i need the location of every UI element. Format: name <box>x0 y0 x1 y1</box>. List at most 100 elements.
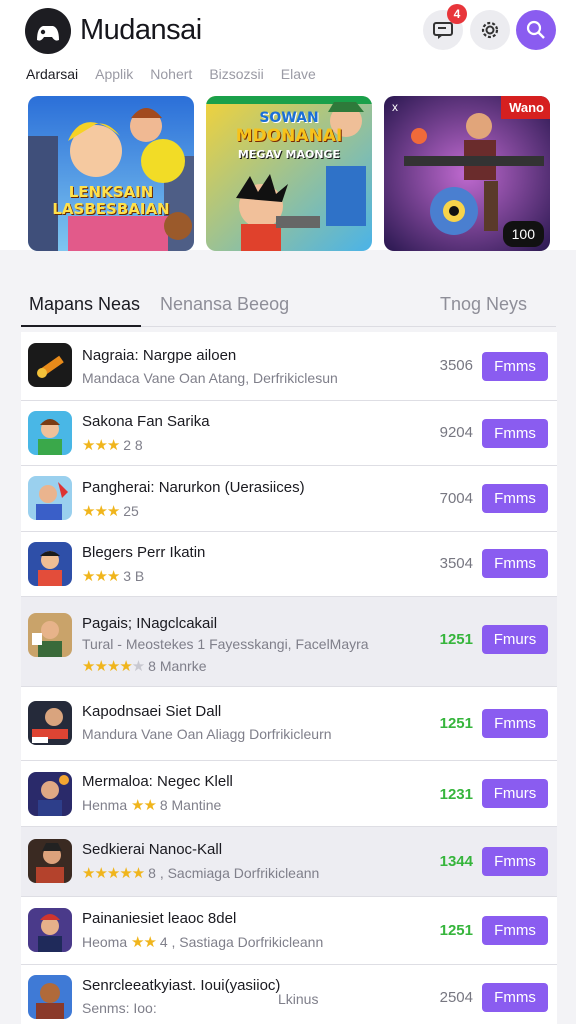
item-side-label: Lkinus <box>278 991 319 1007</box>
rating-stars: ★★★★★ <box>82 865 145 882</box>
app-thumbnail <box>28 613 72 657</box>
list-item[interactable]: Pangherai: Narurkon (Uerasiices) ★★★ 25 … <box>21 466 557 532</box>
app-thumbnail <box>28 839 72 883</box>
item-count: 1344 <box>439 853 473 870</box>
message-icon <box>433 22 453 39</box>
app-logo-icon[interactable] <box>25 8 71 54</box>
featured-banner-2[interactable]: SOWAN MDONANAI MEGAV MAONGE <box>206 96 372 251</box>
list-item[interactable]: Sakona Fan Sarika ★★★ 2 8 9204 Fmms <box>21 401 557 466</box>
item-title: Kapodnsaei Siet Dall <box>82 703 222 720</box>
featured-carousel: LENKSAIN LASBESBAIAN SOWAN MDONANAI MEGA… <box>28 96 550 251</box>
list-item[interactable]: Pagais; INagclcakail Tural - Meostekes 1… <box>21 597 557 687</box>
list-item[interactable]: Blegers Perr Ikatin ★★★ 3 B 3504 Fmms <box>21 532 557 597</box>
item-title: Senrcleeatkyiast. Ioui(yasiioc) <box>82 977 281 994</box>
item-rating: ★★★★★ 8 , Sacmiaga Dorfrikicleann <box>82 864 319 882</box>
rating-stars: ★★★ <box>82 568 120 585</box>
item-action-button[interactable]: Fmms <box>482 549 548 578</box>
item-count: 1251 <box>439 631 473 648</box>
item-count: 3504 <box>439 555 473 572</box>
tab-tnog-neys[interactable]: Tnog Neys <box>440 294 527 315</box>
item-action-button[interactable]: Fmms <box>482 983 548 1012</box>
item-title: Painaniesiet leaoc 8del <box>82 910 237 927</box>
tab-nenansa-beeog[interactable]: Nenansa Beeog <box>160 294 289 315</box>
list-item[interactable]: Mermaloa: Negec Klell Henma ★★ 8 Mantine… <box>21 761 557 827</box>
item-subtitle: Tural - Meostekes 1 Fayesskangi, FacelMa… <box>82 636 369 652</box>
header: Mudansai 4 Ardarsai Applik Nohert Bizsoz… <box>0 0 576 251</box>
item-rating: ★★★★★ 8 Manrke <box>82 657 207 675</box>
rating-stars: ★★★★★ <box>82 658 145 675</box>
item-prefix: Heoma <box>82 934 128 950</box>
item-title: Mermaloa: Negec Klell <box>82 773 233 790</box>
settings-button[interactable] <box>470 10 510 50</box>
category-nav: Ardarsai Applik Nohert Bizsozsii Elave <box>26 66 316 82</box>
item-action-button[interactable]: Fmms <box>482 484 548 513</box>
item-title: Blegers Perr Ikatin <box>82 544 206 561</box>
app-thumbnail <box>28 975 72 1019</box>
rating-stars: ★★★ <box>82 503 120 520</box>
close-icon[interactable]: x <box>392 100 398 114</box>
item-subtitle: Senms: Ioo: <box>82 1000 157 1016</box>
category-nohert[interactable]: Nohert <box>150 66 192 82</box>
item-count: 7004 <box>439 490 473 507</box>
search-icon <box>526 20 545 39</box>
search-button[interactable] <box>516 10 556 50</box>
category-bizsozsii[interactable]: Bizsozsii <box>209 66 263 82</box>
category-ardarsai[interactable]: Ardarsai <box>26 66 78 82</box>
app-thumbnail <box>28 343 72 387</box>
item-action-button[interactable]: Fmurs <box>482 625 548 654</box>
banner-2-line3: MEGAV MAONGE <box>237 148 341 161</box>
app-thumbnail <box>28 476 72 520</box>
list-item[interactable]: Sedkierai Nanoc-Kall ★★★★★ 8 , Sacmiaga … <box>21 827 557 897</box>
item-prefix: Henma <box>82 797 128 813</box>
item-action-button[interactable]: Fmms <box>482 847 548 876</box>
list-item[interactable]: Senrcleeatkyiast. Ioui(yasiioc) Senms: I… <box>21 965 557 1024</box>
featured-banner-1[interactable]: LENKSAIN LASBESBAIAN <box>28 96 194 251</box>
item-rating: ★★★ 3 B <box>82 567 144 585</box>
rating-stars: ★★ <box>131 797 157 814</box>
item-title: Pagais; INagclcakail <box>82 615 218 632</box>
list-item[interactable]: Painaniesiet leaoc 8del Heoma ★★ 4 , Sas… <box>21 897 557 965</box>
app-thumbnail <box>28 542 72 586</box>
item-action-button[interactable]: Fmms <box>482 352 548 381</box>
item-title: Sedkierai Nanoc-Kall <box>82 841 223 858</box>
banner-3-tag: Wano <box>501 96 550 119</box>
item-subtitle: 3 B <box>123 568 145 584</box>
tab-mapans-neas[interactable]: Mapans Neas <box>29 294 140 315</box>
app-list: Nagraia: Nargpe ailoen Mandaca Vane Oan … <box>21 332 557 1024</box>
item-count: 9204 <box>439 424 473 441</box>
notification-badge: 4 <box>447 4 467 24</box>
item-action-button[interactable]: Fmms <box>482 916 548 945</box>
category-applik[interactable]: Applik <box>95 66 133 82</box>
banner-2-line2: MDONANAI <box>235 126 343 146</box>
list-item[interactable]: Nagraia: Nargpe ailoen Mandaca Vane Oan … <box>21 332 557 401</box>
item-count: 1231 <box>439 786 473 803</box>
messages-button[interactable]: 4 <box>423 4 467 50</box>
item-subtitle: Mandaca Vane Oan Atang, Derfrikiclesun <box>82 370 338 386</box>
featured-banner-3[interactable]: x Wano 100 <box>384 96 550 251</box>
item-title: Sakona Fan Sarika <box>82 413 210 430</box>
item-title: Nagraia: Nargpe ailoen <box>82 347 237 364</box>
item-action-button[interactable]: Fmurs <box>482 779 548 808</box>
app-thumbnail <box>28 908 72 952</box>
item-rating: Henma ★★ 8 Mantine <box>82 796 221 814</box>
item-rating: ★★★ 2 8 <box>82 436 143 454</box>
item-action-button[interactable]: Fmms <box>482 709 548 738</box>
app-thumbnail <box>28 772 72 816</box>
active-tab-indicator <box>21 325 141 327</box>
item-count: 1251 <box>439 715 473 732</box>
list-item[interactable]: Kapodnsaei Siet Dall Mandura Vane Oan Al… <box>21 687 557 761</box>
item-meta: 8 Manrke <box>148 658 207 674</box>
gear-icon <box>481 21 499 39</box>
item-subtitle: 8 , Sacmiaga Dorfrikicleann <box>148 865 320 881</box>
item-subtitle: 2 8 <box>123 437 143 453</box>
rating-stars: ★★★ <box>82 437 120 454</box>
item-rating: ★★★ 25 <box>82 502 139 520</box>
list-tabs: Mapans Neas Nenansa Beeog Tnog Neys <box>0 280 576 328</box>
category-elave[interactable]: Elave <box>281 66 316 82</box>
app-title: Mudansai <box>80 14 202 46</box>
item-rating: Heoma ★★ 4 , Sastiaga Dorfrikicleann <box>82 933 323 951</box>
item-count: 3506 <box>439 357 473 374</box>
item-count: 1251 <box>439 922 473 939</box>
item-action-button[interactable]: Fmms <box>482 419 548 448</box>
banner-1-title: LENKSAIN LASBESBAIAN <box>52 183 170 218</box>
